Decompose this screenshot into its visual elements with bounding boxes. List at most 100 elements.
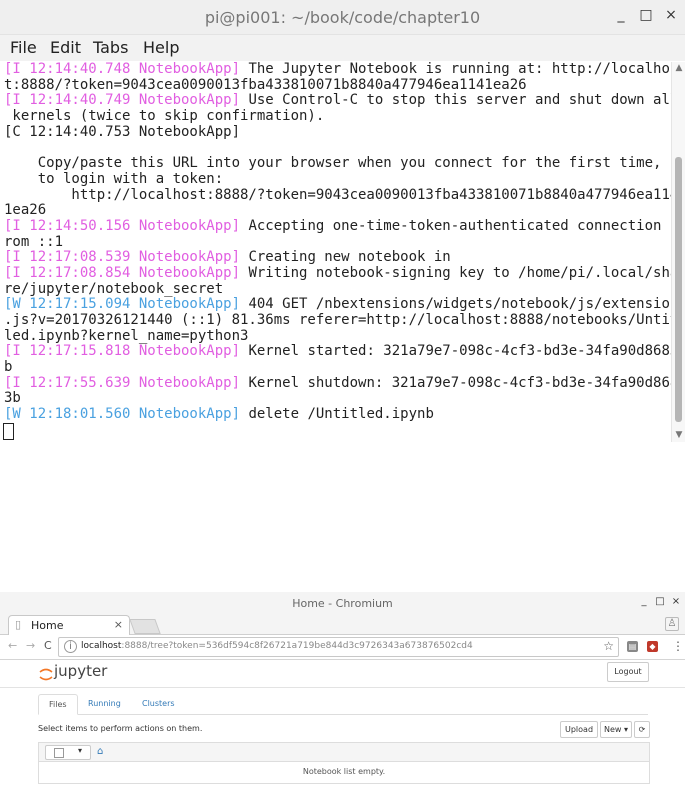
browser-toolbar: ← → C i localhost:8888/tree?token=536df5… xyxy=(0,635,685,660)
menu-file[interactable]: File xyxy=(10,38,37,57)
reload-icon[interactable]: C xyxy=(44,639,52,652)
log-text: 404 GET /nbextensions/widgets/notebook/j… xyxy=(240,296,679,313)
close-icon[interactable]: × xyxy=(114,618,123,631)
log-text: Kernel shutdown: 321a79e7-098c-4cf3-bd3e… xyxy=(240,374,679,391)
jupyter-logo-icon[interactable] xyxy=(38,666,54,682)
terminal-scrollbar[interactable]: ▲ ▼ xyxy=(671,62,685,442)
log-text: The Jupyter Notebook is running at: http… xyxy=(240,61,679,77)
menu-icon[interactable]: ⋮ xyxy=(672,639,684,653)
terminal-line: http://localhost:8888/?token=9043cea0090… xyxy=(4,187,678,204)
jupyter-header: jupyter Logout xyxy=(0,659,685,688)
select-all-group[interactable]: ▾ xyxy=(45,745,91,760)
tab-running[interactable]: Running xyxy=(78,694,131,713)
minimize-icon[interactable]: _ xyxy=(638,596,650,607)
terminal-line: .js?v=20170326121440 (::1) 81.36ms refer… xyxy=(4,312,678,329)
terminal-line: [I 12:14:40.748 NotebookApp] The Jupyter… xyxy=(4,61,678,78)
terminal-line: kernels (twice to skip confirmation). xyxy=(4,108,671,125)
log-text: delete /Untitled.ipynb xyxy=(240,406,434,423)
tab-files[interactable]: Files xyxy=(38,694,78,715)
menu-tabs[interactable]: Tabs xyxy=(93,38,128,57)
log-text: b xyxy=(4,359,13,376)
log-prefix: [W 12:18:01.560 NotebookApp] xyxy=(4,406,241,423)
new-button[interactable]: New ▾ xyxy=(600,721,632,738)
terminal-line: re/jupyter/notebook_secret xyxy=(4,280,671,298)
jupyter-logo-text[interactable]: jupyter xyxy=(54,662,107,680)
shield-icon[interactable]: ◆ xyxy=(647,641,658,652)
refresh-icon[interactable]: ⟳ xyxy=(634,721,650,738)
extension-icon[interactable]: ▤ xyxy=(627,641,638,652)
forward-icon[interactable]: → xyxy=(26,639,35,652)
browser-titlebar[interactable]: Home - Chromium _ □ × xyxy=(0,592,685,614)
url-host: localhost xyxy=(81,641,122,651)
logout-button[interactable]: Logout xyxy=(607,662,649,682)
menu-help[interactable]: Help xyxy=(143,38,179,57)
maximize-icon[interactable]: □ xyxy=(654,596,666,607)
tab-clusters[interactable]: Clusters xyxy=(132,694,185,713)
new-tab-button[interactable] xyxy=(129,619,161,634)
log-text: 3b xyxy=(4,390,21,407)
terminal-line: Copy/paste this URL into your browser wh… xyxy=(4,155,671,172)
scroll-up-icon[interactable]: ▲ xyxy=(672,62,685,75)
log-text: rom ::1 xyxy=(4,233,64,250)
log-prefix: [I 12:17:08.854 NotebookApp] xyxy=(4,264,241,281)
url-path: :8888/tree?token=536df594c8f26721a719be8… xyxy=(121,641,473,651)
log-prefix: [I 12:17:15.818 NotebookApp] xyxy=(4,343,241,360)
log-text: 1ea26 xyxy=(4,202,47,219)
empty-list-message: Notebook list empty. xyxy=(302,767,386,776)
address-bar[interactable]: i localhost:8888/tree?token=536df594c8f2… xyxy=(58,637,619,657)
terminal-line: [I 12:17:08.854 NotebookApp] Writing not… xyxy=(4,264,678,282)
log-text: t:8888/?token=9043cea0090013fba433810071… xyxy=(4,76,527,93)
chevron-down-icon[interactable]: ▾ xyxy=(78,746,82,755)
terminal-line: [I 12:14:40.749 NotebookApp] Use Control… xyxy=(4,92,678,109)
tab-home[interactable]: ▯ Home × xyxy=(8,615,130,635)
notebook-list: ▾ ⌂ Notebook list empty. xyxy=(38,742,650,784)
terminal-window: pi@pi001: ~/book/code/chapter10 _ □ × Fi… xyxy=(0,0,685,442)
log-prefix: [I 12:14:50.156 NotebookApp] xyxy=(4,217,241,234)
log-prefix: [I 12:14:40.748 NotebookApp] xyxy=(4,61,241,77)
terminal-line: b xyxy=(4,359,671,376)
terminal-line: to login with a token: xyxy=(4,170,671,188)
close-icon[interactable]: × xyxy=(662,7,680,23)
scrollbar-thumb[interactable] xyxy=(675,157,682,422)
terminal-line: led.ipynb?kernel_name=python3 xyxy=(4,327,671,345)
terminal-line: 3b xyxy=(4,391,671,407)
menu-edit[interactable]: Edit xyxy=(50,38,81,57)
maximize-icon[interactable]: □ xyxy=(637,7,655,23)
info-icon[interactable]: i xyxy=(64,640,77,653)
terminal-titlebar[interactable]: pi@pi001: ~/book/code/chapter10 _ □ × xyxy=(0,0,685,35)
upload-button[interactable]: Upload xyxy=(560,721,598,738)
log-text: re/jupyter/notebook_secret xyxy=(4,280,224,297)
terminal-line: [W 12:18:01.560 NotebookApp] delete /Unt… xyxy=(4,406,671,423)
page-icon: ▯ xyxy=(15,618,22,631)
minimize-icon[interactable]: _ xyxy=(612,7,630,23)
log-text: Use Control-C to stop this server and sh… xyxy=(240,92,679,109)
select-all-checkbox[interactable] xyxy=(54,748,64,758)
back-icon[interactable]: ← xyxy=(8,639,17,652)
terminal-cursor xyxy=(3,423,14,440)
log-prefix: [I 12:14:40.749 NotebookApp] xyxy=(4,92,241,109)
terminal-output[interactable]: [I 12:14:40.748 NotebookApp] The Jupyter… xyxy=(0,61,678,442)
terminal-line: [I 12:17:08.539 NotebookApp] Creating ne… xyxy=(4,249,671,266)
dashboard-tabs: Files Running Clusters xyxy=(38,694,648,715)
log-text: Accepting one-time-token-authenticated c… xyxy=(240,217,679,234)
terminal-line: 1ea26 xyxy=(4,202,671,219)
close-icon[interactable]: × xyxy=(670,596,682,607)
terminal-line: [W 12:17:15.094 NotebookApp] 404 GET /nb… xyxy=(4,296,678,313)
scroll-down-icon[interactable]: ▼ xyxy=(672,429,685,442)
notebook-list-header: ▾ ⌂ xyxy=(39,743,649,762)
log-text: to login with a token: xyxy=(4,170,224,187)
profile-icon[interactable]: ♙ xyxy=(665,617,679,631)
terminal-line: [I 12:14:50.156 NotebookApp] Accepting o… xyxy=(4,217,678,235)
home-icon[interactable]: ⌂ xyxy=(97,746,103,757)
terminal-menubar: File Edit Tabs Help xyxy=(0,35,685,61)
log-prefix: [I 12:17:08.539 NotebookApp] xyxy=(4,249,241,266)
url-text: localhost:8888/tree?token=536df594c8f267… xyxy=(81,641,473,651)
terminal-title: pi@pi001: ~/book/code/chapter10 xyxy=(204,8,481,27)
terminal-line: rom ::1 xyxy=(4,233,671,251)
browser-title: Home - Chromium xyxy=(292,597,393,610)
log-text: led.ipynb?kernel_name=python3 xyxy=(4,327,249,344)
star-icon[interactable]: ☆ xyxy=(603,639,614,653)
terminal-line: [I 12:17:55.639 NotebookApp] Kernel shut… xyxy=(4,375,678,392)
log-text: Writing notebook-signing key to /home/pi… xyxy=(240,264,679,281)
